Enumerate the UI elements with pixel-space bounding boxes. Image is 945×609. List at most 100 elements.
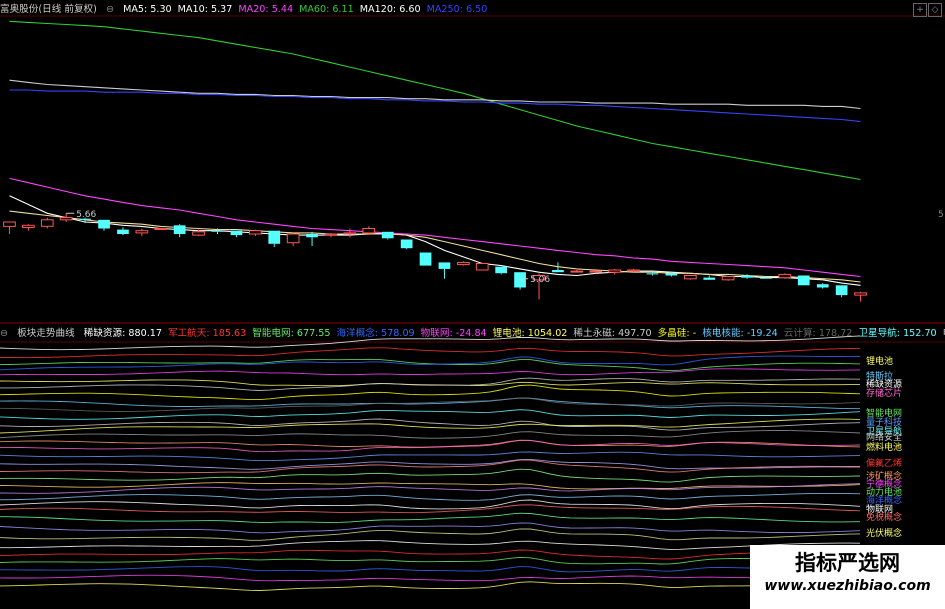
indicator-legend-item-5: 锂电池: 1054.02 [492, 328, 568, 339]
candle [778, 273, 792, 279]
ma-line-ma5 [9, 195, 861, 286]
candle-body [721, 276, 735, 281]
candle [457, 261, 470, 266]
candle-body [627, 269, 640, 272]
sector-curve [0, 556, 861, 565]
candle-body [286, 233, 300, 244]
ma-legend-item-1: MA10: 5.37 [177, 4, 233, 15]
candle [816, 283, 829, 289]
moving-average-lines [9, 20, 861, 286]
indicator-legend-item-4: 物联网: -24.84 [420, 328, 487, 339]
sector-labels: 锂电池特斯拉稀缺资源存储芯片智能电网量子科技卫星导航网络安全燃料电池偏氟乙烯涉矿… [866, 355, 902, 539]
indicator-legend-item-7: 多晶硅: - [657, 328, 697, 339]
annotation-label: 5.06 [530, 275, 550, 285]
candle-body [684, 275, 697, 280]
indicator-header: ⊖ 板块走势曲线 稀缺资源: 880.17 军工航天: 185.63 智能电网: 6… [0, 326, 945, 342]
candle [117, 227, 129, 236]
sector-curve [0, 482, 861, 490]
candle [400, 239, 413, 250]
sector-curves [0, 335, 861, 591]
sector-curve [0, 418, 861, 431]
ma-line-ma120 [9, 79, 861, 110]
watermark-name: 指标严选网 [795, 551, 900, 575]
candle-body [457, 261, 470, 266]
candle [135, 228, 149, 237]
indicator-legend-item-2: 智能电网: 677.55 [252, 328, 331, 339]
indicator-legend-item-3: 海洋概念: 578.09 [336, 328, 415, 339]
indicator-legend-item-9: 云计算: 178.72 [783, 328, 853, 339]
candle-body [646, 273, 659, 275]
candle-body [608, 269, 621, 273]
ma-legend-item-2: MA20: 5.44 [238, 4, 294, 15]
sector-curve [0, 540, 861, 550]
sector-curve [0, 522, 861, 534]
candle [230, 230, 243, 238]
candle-body [249, 230, 262, 235]
sector-curve [0, 355, 861, 371]
sector-curve [0, 430, 861, 439]
annotation-label: 5.66 [76, 210, 96, 220]
candle-body [230, 230, 243, 236]
candle [854, 291, 867, 302]
candle-body [475, 263, 489, 271]
candle [438, 262, 451, 279]
sector-curve [0, 574, 861, 582]
sector-label: 光伏概念 [866, 527, 902, 539]
watermark: 指标严选网 www.xuezhibiao.com [750, 545, 945, 609]
candle [703, 275, 716, 280]
candle-body [514, 272, 526, 288]
candle [475, 263, 489, 271]
candle [59, 213, 73, 222]
candle-body [211, 230, 224, 232]
ma-legend-item-3: MA60: 6.11 [299, 4, 354, 15]
sector-curve [0, 384, 861, 401]
candle [324, 232, 338, 238]
sector-curve [0, 451, 861, 462]
candle-body [3, 221, 16, 227]
indicator-legend-item-0: 稀缺资源: 880.17 [83, 328, 162, 339]
candle [3, 221, 16, 234]
candle [514, 272, 526, 290]
sector-label: 燃料电池 [866, 441, 902, 453]
candle [22, 224, 35, 231]
candle-body [362, 228, 376, 234]
candle-body [117, 229, 129, 234]
expand-icon[interactable]: ◇ [928, 3, 942, 17]
candle [173, 224, 186, 238]
candle-body [778, 273, 792, 279]
candle-body [552, 270, 564, 273]
candle-body [173, 225, 186, 234]
candle-body [268, 230, 281, 244]
sector-curve [0, 468, 861, 483]
zoom-in-icon[interactable]: + [913, 3, 927, 17]
candle [835, 285, 848, 298]
sector-curve [0, 492, 861, 501]
watermark-url: www.xuezhibiao.com [764, 578, 931, 594]
candle-body [98, 219, 110, 229]
indicator-legend-item-10: 卫星导航: 152.70 [858, 328, 937, 339]
chart-canvas: 5.66 5.06 锂电池特斯拉稀缺资源存储芯片智能电网量子科技卫星导航网络安全燃… [0, 15, 945, 591]
candle-body [324, 233, 338, 236]
indicator-legend-item-1: 军工航天: 185.63 [167, 328, 247, 339]
candle-body [816, 284, 829, 288]
candle-body [40, 219, 54, 227]
candle-body [154, 228, 168, 230]
candle-body [741, 275, 753, 278]
candle [40, 217, 54, 229]
stock-title: 富奥股份(日线 前复权) [0, 4, 97, 15]
candle [419, 252, 432, 266]
sector-curve [0, 377, 861, 391]
settings-icon[interactable]: ⊖ [0, 328, 8, 339]
candle [684, 275, 697, 280]
candle-body [854, 292, 867, 296]
sector-curve [0, 549, 861, 560]
candle-body [495, 266, 507, 274]
candle-body [703, 277, 716, 280]
sector-curve [0, 439, 861, 448]
indicator-legend-item-8: 核电核能: -19.24 [702, 328, 778, 339]
settings-icon[interactable]: ⊖ [106, 4, 114, 15]
ma-legend-item-5: MA250: 6.50 [426, 4, 488, 15]
sector-label: 免税概念 [866, 511, 902, 523]
candle-body [59, 217, 73, 221]
grid-lines [0, 15, 945, 343]
